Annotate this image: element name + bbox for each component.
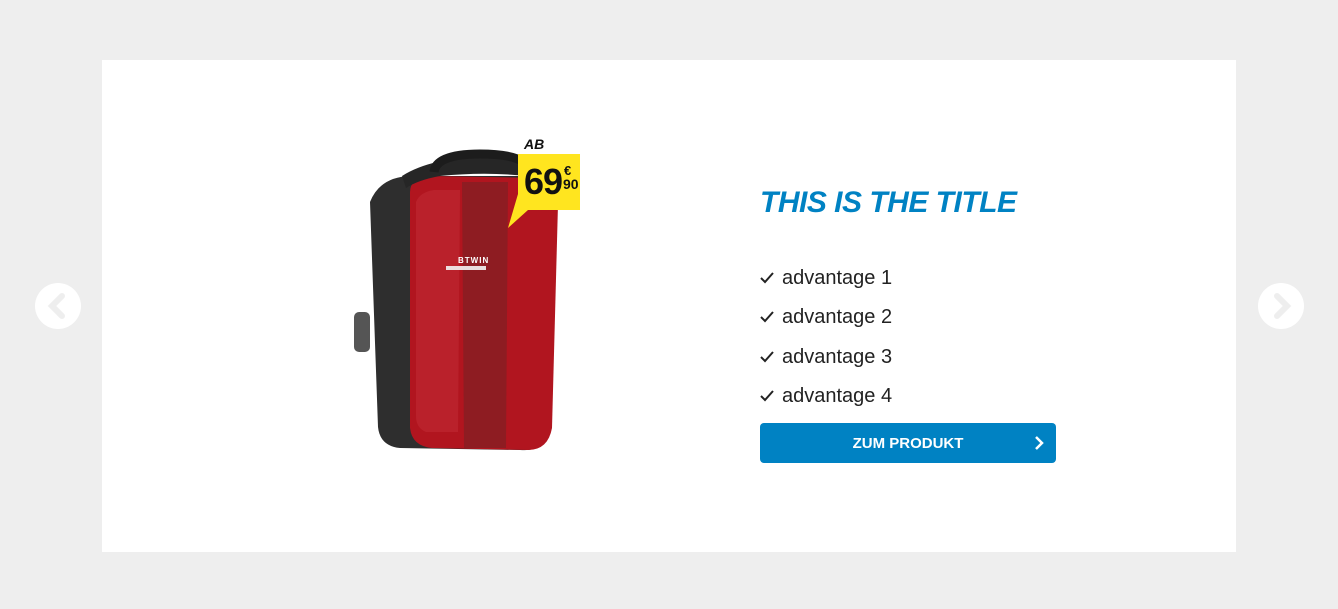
slide-content: THIS IS THE TITLE advantage 1 advantage …: [760, 186, 1060, 463]
price-cents: 90: [563, 176, 579, 192]
advantages-list: advantage 1 advantage 2 advantage 3 adva…: [760, 258, 892, 416]
slide-card: BTWIN AB 69 € 90 THIS IS THE TITLE advan…: [102, 60, 1236, 552]
list-item: advantage 2: [760, 298, 892, 338]
slide-title: THIS IS THE TITLE: [760, 186, 1017, 219]
check-icon: [760, 311, 774, 323]
zum-produkt-button[interactable]: ZUM PRODUKT: [760, 423, 1056, 463]
list-item: advantage 1: [760, 258, 892, 298]
check-icon: [760, 390, 774, 402]
price-amount: 69: [524, 161, 563, 202]
brand-label: BTWIN: [458, 256, 490, 265]
advantage-text: advantage 2: [782, 306, 893, 329]
chevron-right-icon: [1274, 293, 1292, 319]
chevron-left-icon: [47, 293, 65, 319]
carousel-next-button[interactable]: [1258, 283, 1304, 329]
check-icon: [760, 351, 774, 363]
zum-produkt-label: ZUM PRODUKT: [852, 434, 964, 452]
list-item: advantage 3: [760, 337, 892, 377]
advantage-text: advantage 3: [782, 345, 893, 368]
list-item: advantage 4: [760, 377, 892, 417]
carousel-prev-button[interactable]: [35, 283, 81, 329]
chevron-right-icon: [1035, 436, 1044, 450]
price-badge: AB 69 € 90: [508, 136, 588, 236]
price-prefix: AB: [524, 136, 545, 152]
advantage-text: advantage 4: [782, 385, 893, 408]
check-icon: [760, 272, 774, 284]
advantage-text: advantage 1: [782, 266, 893, 289]
